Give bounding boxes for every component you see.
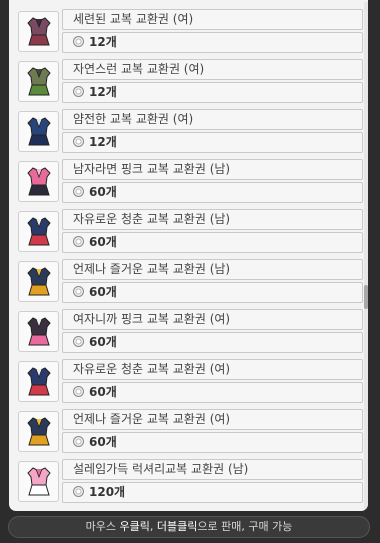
item-name: 자유로운 청춘 교복 교환권 (남) (62, 209, 363, 230)
outfit-icon (27, 417, 51, 446)
item-price-value: 12개 (89, 85, 117, 99)
item-price-value: 60개 (89, 185, 117, 199)
item-name: 세련된 교복 교환권 (여) (62, 9, 363, 30)
item-name: 언제나 즐거운 교복 교환권 (남) (62, 259, 363, 280)
item-thumbnail[interactable] (18, 161, 59, 202)
item-name: 여자니까 핑크 교복 교환권 (여) (62, 309, 363, 330)
item-price: 60개 (62, 282, 363, 303)
item-list: 세련된 교복 교환권 (여) 12개 자연스런 교복 교환권 (여) 12개 얌전한 교… (9, 0, 363, 511)
scrollbar[interactable] (364, 2, 368, 509)
item-price: 60개 (62, 332, 363, 353)
item-price: 60개 (62, 382, 363, 403)
item-price-value: 120개 (89, 485, 126, 499)
item-price: 60개 (62, 182, 363, 203)
outfit-icon (27, 67, 51, 96)
item-price-value: 60개 (89, 335, 117, 349)
item-price: 60개 (62, 232, 363, 253)
list-item[interactable]: 세련된 교복 교환권 (여) 12개 (18, 8, 363, 54)
scrollbar-thumb[interactable] (364, 285, 368, 309)
item-price: 12개 (62, 32, 363, 53)
outfit-icon (27, 267, 51, 296)
item-name: 남자라면 핑크 교복 교환권 (남) (62, 159, 363, 180)
hint-right-click: 우클릭 (119, 520, 150, 533)
item-thumbnail[interactable] (18, 261, 59, 302)
list-item[interactable]: 언제나 즐거운 교복 교환권 (남) 60개 (18, 258, 363, 304)
item-thumbnail[interactable] (18, 61, 59, 102)
coin-icon (73, 86, 84, 97)
list-item[interactable]: 설레임가득 럭셔리교복 교환권 (남) 120개 (18, 458, 363, 504)
item-thumbnail[interactable] (18, 461, 59, 502)
outfit-icon (27, 17, 51, 46)
item-thumbnail[interactable] (18, 361, 59, 402)
item-price: 12개 (62, 132, 363, 153)
item-thumbnail[interactable] (18, 311, 59, 352)
list-item[interactable]: 자유로운 청춘 교복 교환권 (여) 60개 (18, 358, 363, 404)
item-thumbnail[interactable] (18, 111, 59, 152)
hint-suffix: 으로 판매, 구매 가능 (197, 520, 293, 533)
item-price-value: 12개 (89, 135, 117, 149)
coin-icon (73, 486, 84, 497)
outfit-icon (27, 317, 51, 346)
item-name: 자유로운 청춘 교복 교환권 (여) (62, 359, 363, 380)
shop-window: 세련된 교복 교환권 (여) 12개 자연스런 교복 교환권 (여) 12개 얌전한 교… (0, 0, 380, 543)
coin-icon (73, 286, 84, 297)
item-thumbnail[interactable] (18, 211, 59, 252)
list-item[interactable]: 언제나 즐거운 교복 교환권 (여) 60개 (18, 408, 363, 454)
coin-icon (73, 36, 84, 47)
item-price-value: 12개 (89, 35, 117, 49)
hint-prefix: 마우스 (85, 520, 120, 533)
item-price: 60개 (62, 432, 363, 453)
list-item[interactable]: 자유로운 청춘 교복 교환권 (남) 60개 (18, 208, 363, 254)
item-price-value: 60개 (89, 435, 117, 449)
coin-icon (73, 236, 84, 247)
item-price: 12개 (62, 82, 363, 103)
hint-double-click: 더블클릭 (156, 520, 198, 533)
item-thumbnail[interactable] (18, 411, 59, 452)
item-price-value: 60개 (89, 285, 117, 299)
coin-icon (73, 186, 84, 197)
item-name: 설레임가득 럭셔리교복 교환권 (남) (62, 459, 363, 480)
item-price-value: 60개 (89, 385, 117, 399)
item-price: 120개 (62, 482, 363, 503)
outfit-icon (27, 367, 51, 396)
item-price-value: 60개 (89, 235, 117, 249)
outfit-icon (27, 217, 51, 246)
item-name: 언제나 즐거운 교복 교환권 (여) (62, 409, 363, 430)
coin-icon (73, 136, 84, 147)
list-item[interactable]: 자연스런 교복 교환권 (여) 12개 (18, 58, 363, 104)
hint-bar: 마우스 우클릭, 더블클릭으로 판매, 구매 가능 (8, 516, 370, 538)
item-list-panel: 세련된 교복 교환권 (여) 12개 자연스런 교복 교환권 (여) 12개 얌전한 교… (9, 0, 368, 511)
outfit-icon (27, 117, 51, 146)
item-name: 얌전한 교복 교환권 (여) (62, 109, 363, 130)
item-thumbnail[interactable] (18, 11, 59, 52)
list-item[interactable]: 여자니까 핑크 교복 교환권 (여) 60개 (18, 308, 363, 354)
item-name: 자연스런 교복 교환권 (여) (62, 59, 363, 80)
list-item[interactable]: 남자라면 핑크 교복 교환권 (남) 60개 (18, 158, 363, 204)
coin-icon (73, 336, 84, 347)
hint-sep: , (149, 520, 157, 533)
outfit-icon (27, 467, 51, 496)
coin-icon (73, 436, 84, 447)
coin-icon (73, 386, 84, 397)
list-item[interactable]: 얌전한 교복 교환권 (여) 12개 (18, 108, 363, 154)
outfit-icon (27, 167, 51, 196)
